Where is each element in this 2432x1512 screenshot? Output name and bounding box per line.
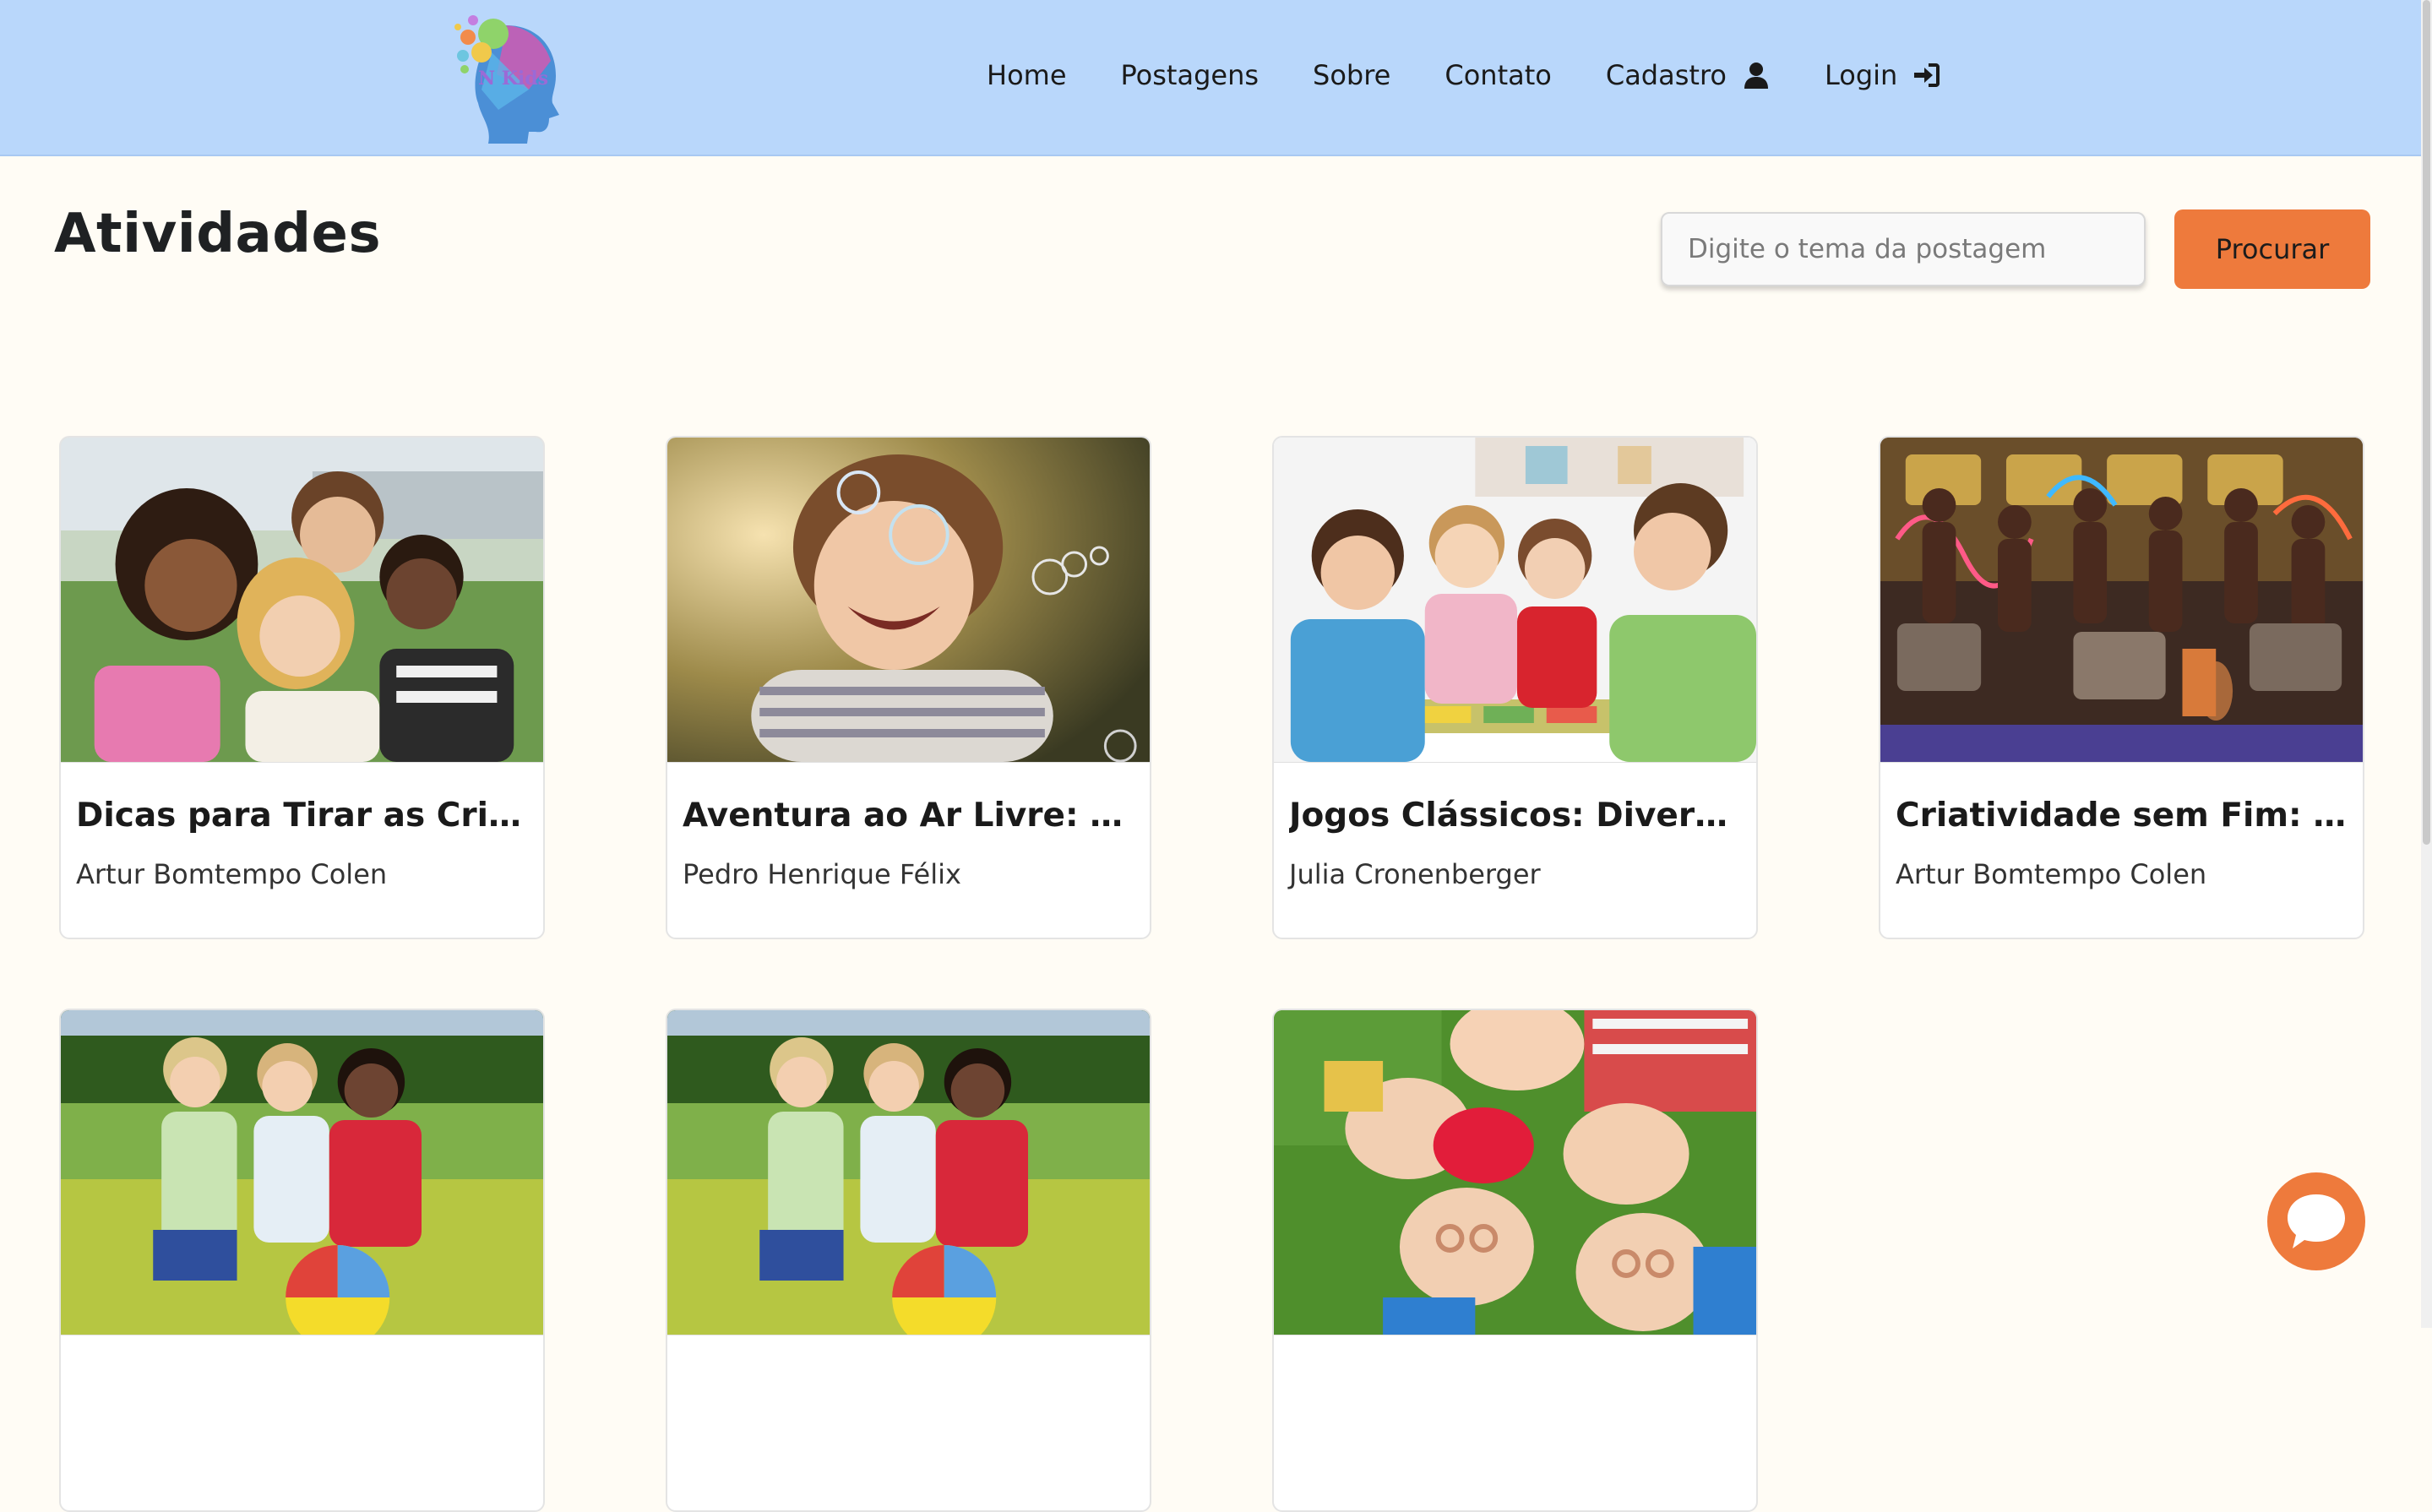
post-card[interactable]: [59, 1009, 545, 1512]
page-title: Atividades: [54, 203, 382, 265]
post-image: [1274, 438, 1756, 763]
nav-home[interactable]: Home: [987, 59, 1067, 91]
post-card[interactable]: Jogos Clássicos: Diversã... Julia Cronen…: [1272, 436, 1758, 939]
post-card[interactable]: [666, 1009, 1151, 1512]
post-author: Artur Bomtempo Colen: [76, 858, 388, 890]
nav-login-label: Login: [1824, 59, 1898, 91]
post-card[interactable]: Aventura ao Ar Livre: Expl... Pedro Henr…: [666, 436, 1151, 939]
nav-home-label: Home: [987, 59, 1067, 91]
kids-head-logo-icon: N Kids: [454, 15, 559, 144]
post-image: [667, 438, 1150, 763]
search-button[interactable]: Procurar: [2174, 209, 2370, 289]
post-title: Aventura ao Ar Livre: Expl...: [683, 797, 1134, 835]
main-nav: Home Postagens Sobre Contato Cadastro Lo…: [987, 59, 1941, 91]
search-input[interactable]: [1661, 212, 2146, 286]
post-card[interactable]: [1272, 1009, 1758, 1512]
nav-cadastro[interactable]: Cadastro: [1606, 59, 1771, 91]
post-title: Jogos Clássicos: Diversã...: [1289, 797, 1741, 835]
post-card[interactable]: Dicas para Tirar as Crian... Artur Bomte…: [59, 436, 545, 939]
top-navbar: N Kids Home Postagens Sobre Contato Cada…: [0, 0, 2421, 156]
nav-postagens-label: Postagens: [1120, 59, 1260, 91]
post-image: [61, 1010, 543, 1335]
nav-sobre-label: Sobre: [1313, 59, 1391, 91]
post-image: [61, 438, 543, 763]
brand-logo[interactable]: N Kids: [448, 8, 566, 145]
sign-in-icon: [1912, 61, 1941, 90]
post-author: Artur Bomtempo Colen: [1896, 858, 2207, 890]
nav-postagens[interactable]: Postagens: [1121, 59, 1260, 91]
post-image: [667, 1010, 1150, 1335]
chat-bubble-icon: [2288, 1194, 2345, 1248]
logo-text: N Kids: [478, 68, 548, 90]
user-icon: [1742, 61, 1771, 90]
nav-login[interactable]: Login: [1825, 59, 1941, 91]
post-author: Pedro Henrique Félix: [683, 858, 961, 890]
post-card[interactable]: Criatividade sem Fim: Ati... Artur Bomte…: [1879, 436, 2364, 939]
chat-button[interactable]: [2267, 1172, 2365, 1270]
post-image: [1274, 1010, 1756, 1335]
post-title: Dicas para Tirar as Crian...: [76, 797, 528, 835]
nav-cadastro-label: Cadastro: [1605, 59, 1727, 91]
post-image: [1880, 438, 2363, 763]
scrollbar-thumb[interactable]: [2423, 0, 2430, 845]
page-scrollbar[interactable]: [2421, 0, 2432, 1328]
post-author: Julia Cronenberger: [1289, 858, 1541, 890]
nav-contato-label: Contato: [1445, 59, 1552, 91]
post-title: Criatividade sem Fim: Ati...: [1896, 797, 2348, 835]
nav-sobre[interactable]: Sobre: [1313, 59, 1390, 91]
nav-contato[interactable]: Contato: [1445, 59, 1551, 91]
